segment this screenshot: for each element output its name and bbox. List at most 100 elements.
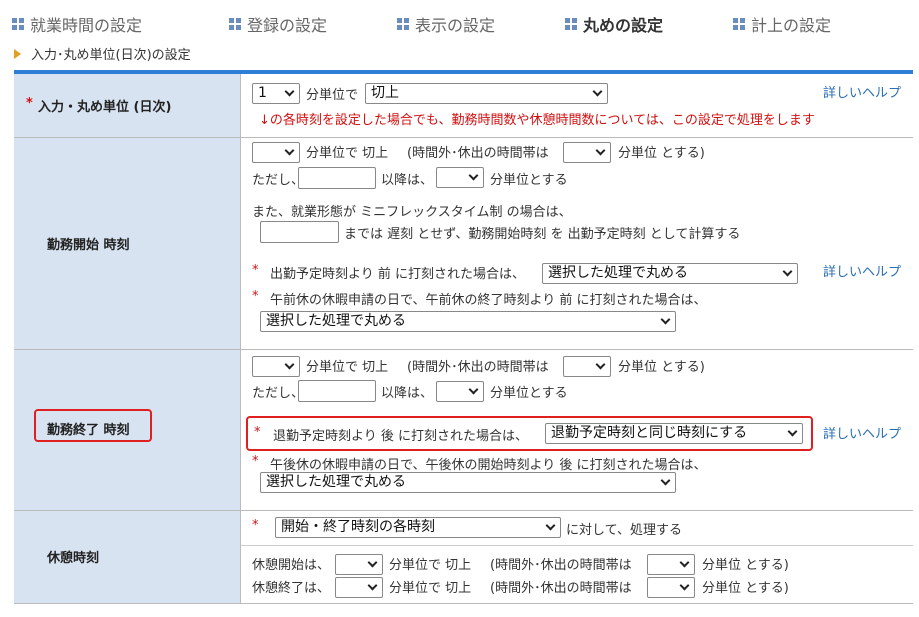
required-mark: * xyxy=(252,454,259,469)
end-overtime-unit-select[interactable] xyxy=(563,356,611,377)
end-after-scheduled-select[interactable]: 退勤予定時刻と同じ時刻にする xyxy=(545,423,803,444)
select-value: 開始・終了時刻の各時刻 xyxy=(281,519,435,535)
break-suffix: に対して、処理する xyxy=(566,523,682,538)
break-target-select[interactable]: 開始・終了時刻の各時刻 xyxy=(275,517,561,538)
required-mark: * xyxy=(254,425,261,440)
required-mark: * xyxy=(252,263,259,278)
cond-text: 退勤予定時刻より 後 に打刻された場合は、 xyxy=(273,429,529,444)
start-overtime-unit-select[interactable] xyxy=(563,142,611,163)
start-before-select[interactable]: 選択した処理で丸める xyxy=(542,263,798,284)
tab-label: 丸めの設定 xyxy=(583,16,664,35)
break-start-text: 休憩開始は、 xyxy=(252,558,331,573)
chevron-down-icon xyxy=(284,359,295,370)
chevron-down-icon xyxy=(595,145,606,156)
help-link[interactable]: 詳しいヘルプ xyxy=(823,423,901,442)
after-text: 以降は、 xyxy=(381,386,434,401)
break-start-overtime-select[interactable] xyxy=(647,554,695,575)
required-mark: * xyxy=(252,518,259,533)
method-select[interactable]: 切上 xyxy=(365,83,608,104)
miniflex-text: また、就業形態が ミニフレックスタイム制 の場合は、 xyxy=(252,205,572,220)
row-label: 勤務終了 時刻 xyxy=(14,350,240,510)
end-pm-leave-select[interactable]: 選択した処理で丸める xyxy=(260,472,676,493)
tab-label: 表示の設定 xyxy=(415,16,496,35)
however-text: ただし、 xyxy=(252,386,305,401)
row-label: 休憩時刻 xyxy=(14,511,240,603)
overtime-text: (時間外･休出の時間帯は xyxy=(407,146,549,161)
break-end-unit-select[interactable] xyxy=(335,577,383,598)
start-after-time-input[interactable] xyxy=(298,167,376,189)
divider xyxy=(241,545,913,546)
select-value: 選択した処理で丸める xyxy=(266,313,406,329)
chevron-down-icon xyxy=(595,359,606,370)
overtime-suffix: 分単位 とする) xyxy=(702,558,789,573)
break-start-unit-select[interactable] xyxy=(335,554,383,575)
help-link[interactable]: 詳しいヘルプ xyxy=(823,82,901,101)
grid-icon xyxy=(565,18,577,30)
chevron-down-icon xyxy=(367,580,378,591)
required-mark: * xyxy=(252,289,259,304)
overtime-suffix: 分単位 とする) xyxy=(702,581,789,596)
tab-work-hours[interactable]: 就業時間の設定 xyxy=(12,12,142,36)
help-link[interactable]: 詳しいヘルプ xyxy=(823,261,901,280)
overtime-text: (時間外･休出の時間帯は xyxy=(490,581,632,596)
settings-tabs: 就業時間の設定 登録の設定 表示の設定 丸めの設定 計上の設定 xyxy=(0,0,919,44)
overtime-text: (時間外･休出の時間帯は xyxy=(490,558,632,573)
chevron-down-icon xyxy=(660,314,671,325)
row-work-end: 勤務終了 時刻 分単位で 切上 (時間外･休出の時間帯は 分単位 とする) ただ… xyxy=(14,350,913,511)
tab-display[interactable]: 表示の設定 xyxy=(397,12,495,36)
chevron-down-icon xyxy=(284,145,295,156)
after-unit-text: 分単位とする xyxy=(490,173,568,188)
cond-text: 出勤予定時刻より 前 に打刻された場合は、 xyxy=(270,267,526,282)
select-value: 切上 xyxy=(371,85,399,101)
row-title: 休憩時刻 xyxy=(47,551,100,566)
unit-text: 分単位で 切上 xyxy=(306,146,389,161)
cond-text: 午前休の休暇申請の日で、午前休の終了時刻より 前 に打刻された場合は、 xyxy=(270,293,707,308)
grid-icon xyxy=(229,18,241,30)
row-work-start: 勤務開始 時刻 分単位で 切上 (時間外･休出の時間帯は 分単位 とする) ただ… xyxy=(14,138,913,350)
row-content: 1 分単位で 切上 詳しいヘルプ ↓の各時刻を設定した場合でも、勤務時間数や休憩… xyxy=(240,74,913,137)
row-break: 休憩時刻 * 開始・終了時刻の各時刻 に対して、処理する 休憩開始は、 分単位で… xyxy=(14,511,913,604)
row-title: 入力・丸め単位 (日次) xyxy=(38,100,172,115)
overtime-suffix: 分単位 とする) xyxy=(618,146,705,161)
unit-text: 分単位で 切上 xyxy=(306,360,389,375)
start-am-leave-select[interactable]: 選択した処理で丸める xyxy=(260,311,676,332)
chevron-down-icon xyxy=(284,86,295,97)
miniflex-desc: までは 遅刻 とせず、勤務開始時刻 を 出勤予定時刻 として計算する xyxy=(344,227,741,242)
tab-accounting[interactable]: 計上の設定 xyxy=(733,12,831,36)
chevron-down-icon xyxy=(468,170,479,181)
after-unit-text: 分単位とする xyxy=(490,386,568,401)
tab-label: 登録の設定 xyxy=(247,16,328,35)
start-after-unit-select[interactable] xyxy=(436,167,484,188)
triangle-icon xyxy=(14,48,21,59)
overtime-text: (時間外･休出の時間帯は xyxy=(407,360,549,375)
unit-text: 分単位で 切上 xyxy=(389,558,472,573)
grid-icon xyxy=(397,18,409,30)
miniflex-time-input[interactable] xyxy=(260,221,339,243)
row-label: * 入力・丸め単位 (日次) xyxy=(14,74,240,137)
end-after-unit-select[interactable] xyxy=(436,381,484,402)
unit-select[interactable]: 1 xyxy=(252,83,300,104)
required-mark: * xyxy=(26,96,33,111)
tab-registration[interactable]: 登録の設定 xyxy=(229,12,327,36)
chevron-down-icon xyxy=(787,426,798,437)
however-text: ただし、 xyxy=(252,173,305,188)
overtime-suffix: 分単位 とする) xyxy=(618,360,705,375)
row-content: * 開始・終了時刻の各時刻 に対して、処理する 休憩開始は、 分単位で 切上 (… xyxy=(240,511,913,603)
break-end-overtime-select[interactable] xyxy=(647,577,695,598)
tab-label: 計上の設定 xyxy=(751,16,832,35)
end-unit-select[interactable] xyxy=(252,356,300,377)
chevron-down-icon xyxy=(468,384,479,395)
chevron-down-icon xyxy=(660,475,671,486)
end-after-time-input[interactable] xyxy=(298,380,376,402)
row-content: 分単位で 切上 (時間外･休出の時間帯は 分単位 とする) ただし、 以降は、 … xyxy=(240,350,913,510)
row-label: 勤務開始 時刻 xyxy=(14,138,240,349)
start-unit-select[interactable] xyxy=(252,142,300,163)
chevron-down-icon xyxy=(679,580,690,591)
tab-label: 就業時間の設定 xyxy=(30,16,143,35)
select-value: 選択した処理で丸める xyxy=(548,265,688,281)
tab-rounding[interactable]: 丸めの設定 xyxy=(565,12,663,36)
row-title: 勤務終了 時刻 xyxy=(47,423,130,438)
breadcrumb-label: 入力･丸め単位(日次)の設定 xyxy=(31,48,191,63)
chevron-down-icon xyxy=(367,557,378,568)
row-content: 分単位で 切上 (時間外･休出の時間帯は 分単位 とする) ただし、 以降は、 … xyxy=(240,138,913,349)
